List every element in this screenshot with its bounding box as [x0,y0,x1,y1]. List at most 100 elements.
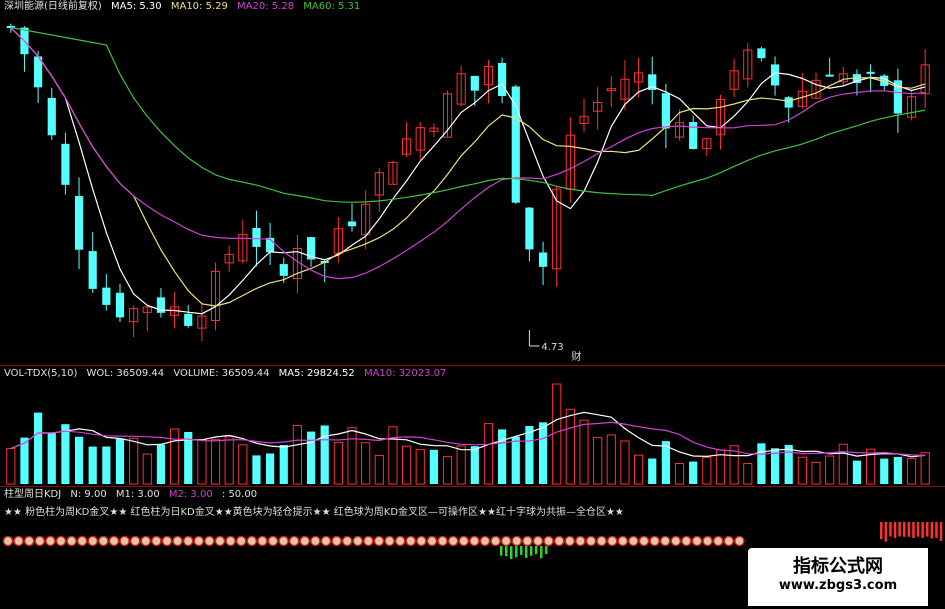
volume-bar [702,456,712,485]
kdj-extra: : 50.00 [221,489,258,500]
kdj-red-bar [884,522,888,542]
candle-body [88,251,97,289]
volume-bar [415,449,425,485]
candle-body [470,75,479,91]
kdj-red-bar [880,522,883,540]
kdj-ball [416,535,427,547]
kdj-green-bar [540,546,543,559]
ma60-line [10,26,926,203]
volume-bar [142,453,152,485]
kdj-ball [649,535,660,547]
candle-body [252,227,261,247]
candle-body [538,252,548,267]
volume-bar [361,442,371,485]
separator [0,365,945,366]
kdj-ball [246,535,258,547]
kdj-ball [129,535,141,547]
volume-bar [388,426,398,485]
kdj-ball [278,535,289,547]
volume-bar [579,419,589,485]
volume-bar [34,412,43,484]
candle-body [525,207,534,250]
legend-text: ★★ 粉色柱为周KD金叉★★ 红色柱为日KD金叉★★黄色块为轻仓提示★★ 红色球… [4,507,624,518]
ma5-line [10,27,926,315]
candle-body [757,48,766,59]
ma20-line [10,27,926,280]
kdj-ball [87,535,99,547]
ma10-line [10,27,926,307]
kdj-red-bar [893,522,897,539]
volume-bar [852,460,862,484]
kdj-ball [447,535,459,547]
volume-bar [442,456,453,485]
volume-bar [74,436,84,484]
kdj-ball [140,535,152,547]
kdj-ball [596,535,607,547]
kdj-ball [172,535,183,547]
candle-body [511,86,520,203]
volume-bar [757,443,766,484]
volume-bar [470,446,479,484]
kdj-ball [511,535,523,547]
kdj-ball [225,535,236,547]
kdj-red-bar [916,522,920,537]
volume-bar [511,436,520,484]
low-price-label: 4.73 [541,342,563,353]
candle-body [47,97,56,136]
volume-bar [906,457,917,485]
kdj-ball [734,535,745,547]
kdj-ball [691,535,703,547]
kdj-ball [437,535,448,547]
volume-bar [292,425,303,485]
ma20-label: MA20: 5.28 [237,1,295,12]
kdj-ball [702,535,713,547]
kdj-green-bar [500,546,503,556]
vol-ma10: MA10: 32023.07 [363,368,447,379]
kdj-ball [681,535,692,547]
kdj-ball [363,535,374,547]
candle-body [825,74,834,77]
kdj-ball [310,535,321,547]
candle-body [689,122,698,149]
kdj-ball [553,535,565,547]
kdj-ball [45,535,56,547]
candle-body [866,71,875,74]
volume-bar [156,444,166,484]
kdj-red-bar [903,522,906,537]
volume-bar [593,437,603,485]
candle-body [115,292,125,318]
kdj-red-bar [912,522,915,538]
kdj-ball [76,535,88,547]
kdj-green-bar [510,546,513,560]
kdj-n: N: 9.00 [70,489,107,500]
volume-bar [498,429,507,484]
kdj-ball [712,535,724,547]
volume-bar [429,449,438,484]
kdj-green-bar [505,546,508,557]
kdj-ball [13,535,24,547]
volume-bar [893,456,902,484]
volume-bar [648,458,657,484]
volume-bar [797,456,807,485]
kdj-ball [204,535,215,547]
separator [0,486,945,487]
kdj-ball [34,535,46,547]
volume-bar [279,445,288,484]
kdj-red-bar [935,522,938,538]
candle-body [74,196,84,250]
kdj-ball [585,535,597,547]
vol-wol: WOL: 36509.44 [86,368,165,379]
kdj-ball [500,535,512,547]
ma10-label: MA10: 5.29 [170,1,228,12]
kdj-ball [320,535,332,547]
kdj-ball [575,535,586,547]
volume-bar [525,426,534,484]
candle-body [61,143,70,185]
kdj-ball [182,535,194,547]
volume-bar [266,453,275,484]
kdj-ball [119,535,130,547]
volume-bar [320,425,329,484]
cai-marker: 财 [571,350,581,363]
price-header: 深圳能源(日线前复权) MA5: 5.30 MA10: 5.29 MA20: 5… [4,1,366,13]
kdj-red-bar [921,522,924,538]
